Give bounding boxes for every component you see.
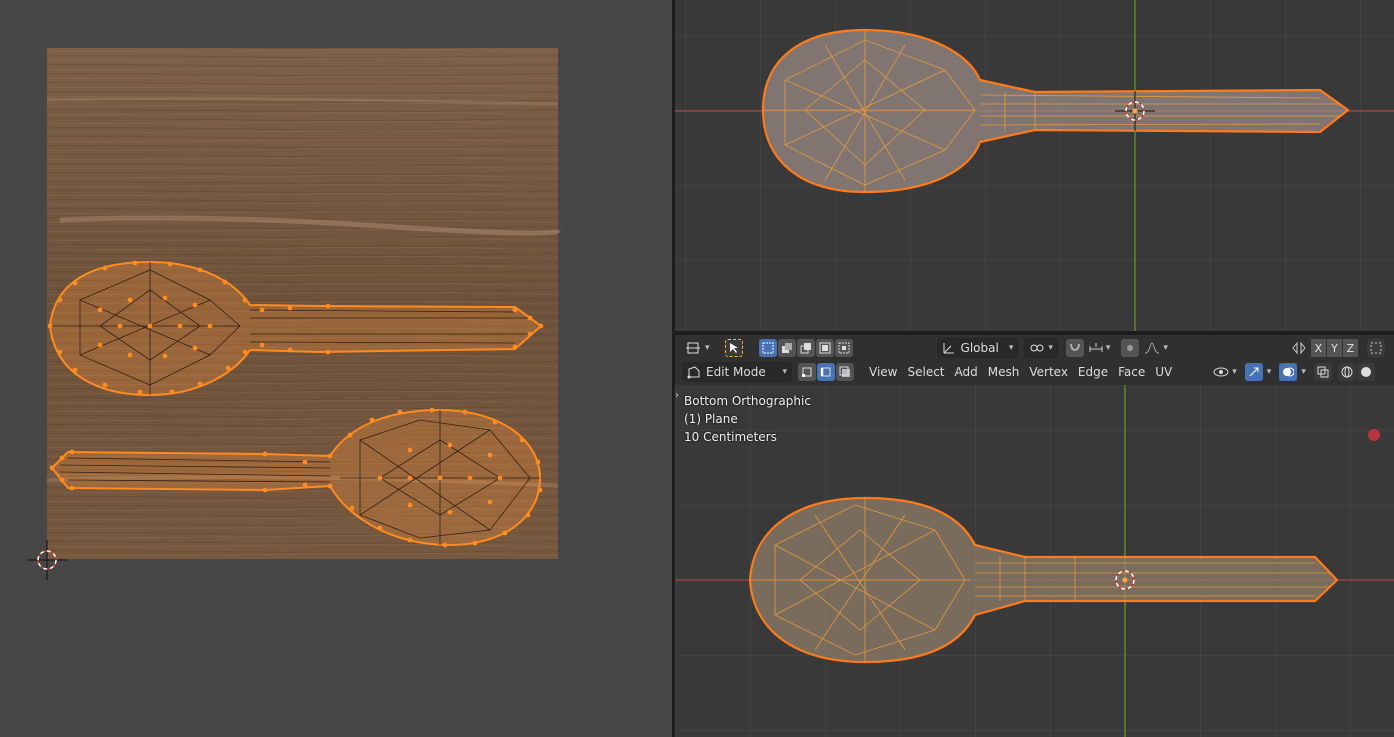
viewport-bottom[interactable]: ▾ Global ▾ ▾ ▾ ▾ X Y Z Edit Mode ▾ View … xyxy=(675,335,1394,737)
chevron-down-icon: ▾ xyxy=(1163,343,1168,353)
menu-view[interactable]: View xyxy=(864,362,902,382)
falloff-curve-icon xyxy=(1145,342,1160,354)
viewport-top[interactable] xyxy=(675,0,1394,331)
tool-picker[interactable]: ▾ xyxy=(681,338,715,358)
active-object-text: (1) Plane xyxy=(684,412,738,426)
snap-element-dropdown[interactable]: ▾ xyxy=(1086,338,1114,358)
mirror-z-button[interactable]: Z xyxy=(1342,339,1358,357)
mirror-y-button[interactable]: Y xyxy=(1326,339,1342,357)
proportional-falloff-dropdown[interactable]: ▾ xyxy=(1141,338,1171,358)
chevron-down-icon[interactable]: ▾ xyxy=(1267,367,1272,377)
chevron-down-icon: ▾ xyxy=(782,367,787,377)
pivot-icon xyxy=(1030,344,1044,352)
snap-increment-icon xyxy=(1089,343,1103,352)
header-menus: View Select Add Mesh Vertex Edge Face UV xyxy=(864,362,1177,382)
select-arrow-icon[interactable] xyxy=(724,339,743,357)
mesh-select-mode-group xyxy=(798,363,854,381)
chevron-down-icon: ▾ xyxy=(705,343,710,353)
overlay-toggle-icon[interactable] xyxy=(1279,363,1298,381)
view-name-text: Bottom Orthographic xyxy=(684,394,811,408)
visibility-dropdown[interactable]: ▾ xyxy=(1211,362,1239,382)
viewport-top-canvas[interactable] xyxy=(675,0,1394,331)
viewport-header: ▾ Global ▾ ▾ ▾ ▾ X Y Z Edit Mode ▾ View … xyxy=(675,335,1394,385)
transform-orientation-label: Global xyxy=(960,341,999,355)
grid-scale-text: 10 Centimeters xyxy=(684,430,777,444)
uv-editor[interactable] xyxy=(0,0,672,737)
edge-select-icon[interactable] xyxy=(817,363,835,381)
transform-orientation-dropdown[interactable]: Global ▾ xyxy=(936,338,1019,358)
pivot-point-dropdown[interactable]: ▾ xyxy=(1024,338,1058,358)
menu-mesh[interactable]: Mesh xyxy=(983,362,1025,382)
proportional-edit-icon[interactable] xyxy=(1121,339,1140,357)
chevron-down-icon: ▾ xyxy=(1105,343,1111,353)
chevron-down-icon: ▾ xyxy=(1048,343,1053,353)
eye-icon xyxy=(1213,367,1229,377)
record-dot-icon xyxy=(1368,429,1380,441)
mode-label: Edit Mode xyxy=(706,365,766,379)
select-box-new-icon[interactable] xyxy=(758,339,777,357)
select-box-subtract-icon[interactable] xyxy=(796,339,815,357)
menu-edge[interactable]: Edge xyxy=(1073,362,1113,382)
snap-toggle-icon[interactable] xyxy=(1065,339,1084,357)
menu-uv[interactable]: UV xyxy=(1150,362,1177,382)
xray-toggle-icon[interactable] xyxy=(1313,363,1332,381)
wireframe-shading-icon[interactable] xyxy=(1337,363,1356,381)
mirror-axes-group: X Y Z xyxy=(1291,339,1385,357)
menu-add[interactable]: Add xyxy=(950,362,983,382)
select-box-difference-icon[interactable] xyxy=(815,339,834,357)
select-box-extend-icon[interactable] xyxy=(777,339,796,357)
solid-shading-icon[interactable] xyxy=(1356,363,1375,381)
chevron-down-icon: ▾ xyxy=(1232,367,1237,377)
tool-icon xyxy=(686,342,700,354)
uv-canvas[interactable] xyxy=(0,0,672,737)
menu-select[interactable]: Select xyxy=(902,362,949,382)
menu-vertex[interactable]: Vertex xyxy=(1024,362,1073,382)
menu-face[interactable]: Face xyxy=(1113,362,1150,382)
chevron-right-icon[interactable]: › xyxy=(675,390,683,401)
viewport-display-controls: ▾ ▾ ▾ xyxy=(1211,362,1375,382)
mirror-x-button[interactable]: X xyxy=(1310,339,1326,357)
header-menu-row: Edit Mode ▾ View Select Add Mesh Vertex … xyxy=(675,360,1375,384)
tool-settings-row: ▾ Global ▾ ▾ ▾ ▾ X Y Z xyxy=(675,336,1385,360)
auto-merge-icon[interactable] xyxy=(1366,339,1385,357)
mode-dropdown[interactable]: Edit Mode ▾ xyxy=(682,362,792,382)
vertex-select-icon[interactable] xyxy=(798,363,816,381)
mirror-icon xyxy=(1292,341,1306,355)
select-box-intersect-icon[interactable] xyxy=(834,339,853,357)
face-select-icon[interactable] xyxy=(836,363,854,381)
edit-mode-icon xyxy=(687,366,700,379)
orientation-axes-icon xyxy=(943,343,954,354)
selection-mode-group xyxy=(758,339,853,357)
chevron-down-icon[interactable]: ▾ xyxy=(1301,367,1306,377)
chevron-down-icon: ▾ xyxy=(1008,343,1014,353)
gizmo-toggle-icon[interactable] xyxy=(1244,363,1263,381)
